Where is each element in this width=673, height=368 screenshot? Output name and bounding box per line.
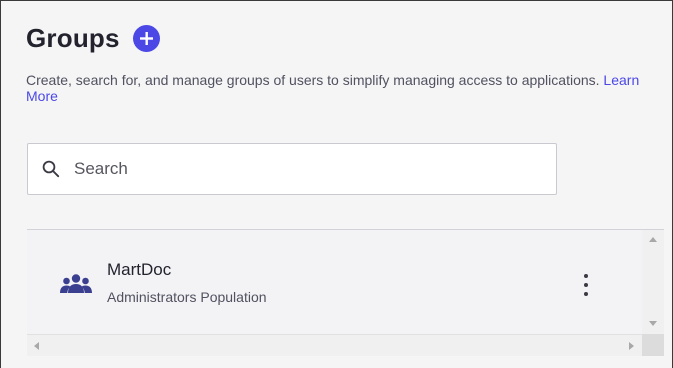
plus-icon: [139, 32, 153, 45]
search-input[interactable]: [74, 159, 514, 179]
search-field[interactable]: [27, 143, 557, 195]
list-item[interactable]: MartDoc Administrators Population: [27, 230, 642, 334]
description-text: Create, search for, and manage groups of…: [26, 72, 600, 88]
groups-list: MartDoc Administrators Population: [27, 229, 664, 356]
kebab-menu-icon[interactable]: [578, 274, 594, 296]
group-name[interactable]: MartDoc: [107, 260, 171, 280]
scroll-up-arrow-icon[interactable]: [649, 237, 657, 242]
add-group-button[interactable]: [132, 25, 160, 52]
group-icon: [60, 274, 92, 294]
page-title: Groups: [26, 23, 120, 53]
scroll-left-arrow-icon[interactable]: [34, 342, 39, 350]
groups-page: Groups Create, search for, and manage gr…: [0, 0, 673, 368]
page-header: Groups: [26, 23, 160, 54]
search-icon: [42, 160, 60, 178]
scroll-down-arrow-icon[interactable]: [649, 321, 657, 326]
group-population: Administrators Population: [107, 289, 267, 305]
scrollbar-corner: [642, 334, 664, 356]
scroll-right-arrow-icon[interactable]: [629, 342, 634, 350]
horizontal-scrollbar[interactable]: [27, 334, 642, 356]
vertical-scrollbar[interactable]: [642, 230, 664, 334]
page-description: Create, search for, and manage groups of…: [26, 72, 656, 104]
